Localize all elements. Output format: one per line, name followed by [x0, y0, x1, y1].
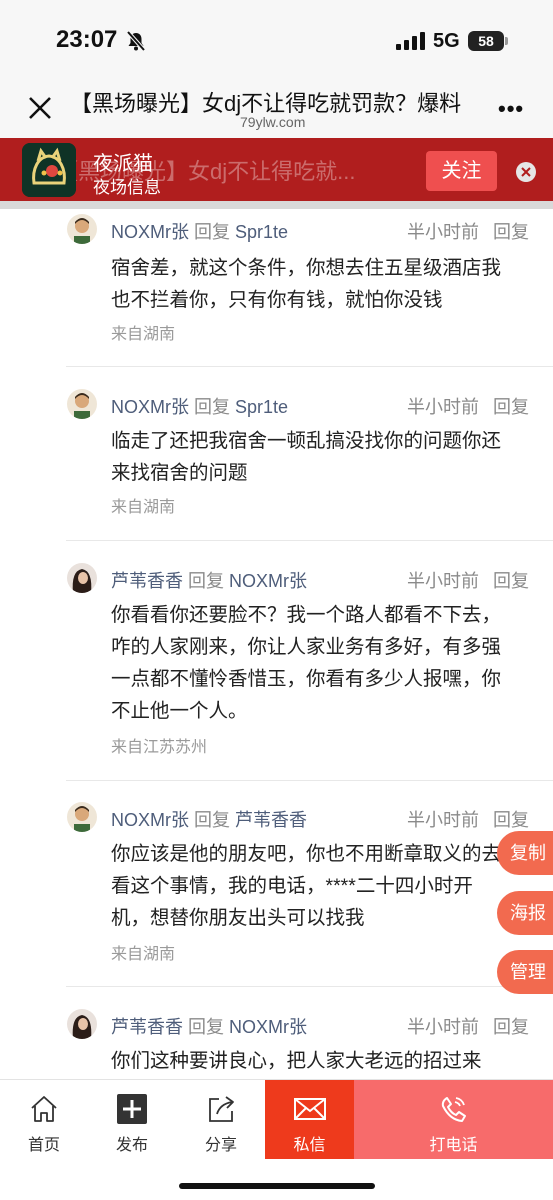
home-indicator	[179, 1183, 375, 1189]
signal-icon	[396, 32, 425, 50]
mail-icon	[294, 1098, 326, 1120]
reply-word: 回复	[188, 1017, 225, 1037]
comment-user[interactable]: NOXMr张	[111, 397, 189, 417]
tab-message[interactable]: 私信	[265, 1080, 354, 1159]
reply-word: 回复	[188, 571, 225, 591]
poster-button[interactable]: 海报	[497, 891, 553, 935]
comment-text: 你应该是他的朋友吧，你也不用断章取义的去 看这个事情，我的电话，****二十四小…	[111, 838, 531, 934]
avatar[interactable]	[67, 1009, 97, 1039]
comment-time: 半小时前	[407, 397, 479, 417]
call-button-label: 打电话	[429, 1137, 478, 1154]
copy-button[interactable]: 复制	[497, 831, 553, 875]
banner-close-icon[interactable]	[515, 161, 537, 183]
comment-line: 看这个事情，我的电话，****二十四小时开	[111, 875, 473, 897]
share-icon	[209, 1096, 234, 1122]
comment-text: 你看看你还要脸不？我一个路人都看不下去， 咋的人家刚来，你让人家业务有多好，有多…	[111, 599, 531, 727]
tab-home[interactable]: 首页	[0, 1080, 88, 1159]
comment-line: 不止他一个人。	[111, 700, 248, 722]
comment-user[interactable]: NOXMr张	[111, 222, 189, 242]
follow-button[interactable]: 关注	[426, 151, 497, 191]
close-icon[interactable]	[26, 94, 54, 122]
title-bar: 【黑场曝光】女dj不让得吃就罚款？爆料 79ylw.com •••	[0, 80, 553, 138]
divider	[66, 986, 553, 987]
battery-indicator: 58	[468, 31, 504, 51]
comment-location: 来自湖南	[111, 946, 176, 963]
comment-time: 半小时前	[407, 571, 479, 591]
divider	[66, 780, 553, 781]
comment-user[interactable]: 芦苇香香	[111, 571, 183, 591]
reply-word: 回复	[194, 397, 231, 417]
tab-message-label: 私信	[293, 1137, 326, 1154]
reply-word: 回复	[194, 222, 231, 242]
status-time: 23:07	[56, 26, 118, 53]
reply-button[interactable]: 回复	[493, 218, 529, 244]
comment-time: 半小时前	[407, 1017, 479, 1037]
comment-line: 你看看你还要脸不？我一个路人都看不下去，	[111, 604, 502, 626]
comment-line: 机，想替你朋友出头可以找我	[111, 907, 365, 929]
add-icon	[117, 1094, 147, 1124]
app-logo	[22, 143, 76, 197]
reply-button[interactable]: 回复	[493, 393, 529, 419]
battery-tip	[505, 37, 508, 45]
tab-post-label: 发布	[115, 1137, 148, 1154]
manage-button[interactable]: 管理	[497, 950, 553, 994]
bell-muted-icon	[126, 30, 146, 52]
avatar[interactable]	[67, 214, 97, 244]
bottom-nav: 首页 发布 分享 私信 打电话	[0, 1079, 553, 1200]
comment-time: 半小时前	[407, 222, 479, 242]
reply-to-user[interactable]: 芦苇香香	[235, 810, 307, 830]
reply-to-user[interactable]: Spr1te	[235, 222, 288, 242]
app-subtitle: 夜场信息	[93, 178, 161, 197]
banner-shadow	[0, 201, 553, 209]
more-icon[interactable]: •••	[498, 96, 524, 122]
tab-post[interactable]: 发布	[88, 1080, 176, 1159]
comment-text: 你们这种要讲良心，把人家大老远的招过来	[111, 1045, 531, 1077]
divider	[66, 540, 553, 541]
divider	[66, 366, 553, 367]
comment-user[interactable]: NOXMr张	[111, 810, 189, 830]
comment-line: 也不拦着你，只有你有钱，就怕你没钱	[111, 289, 443, 311]
comment-text: 临走了还把我宿舍一顿乱搞没找你的问题你还 来找宿舍的问题	[111, 425, 531, 489]
comment-line: 宿舍差，就这个条件，你想去住五星级酒店我	[111, 257, 502, 279]
reply-button[interactable]: 回复	[493, 806, 529, 832]
app-name: 夜派猫	[93, 153, 153, 175]
tab-share-label: 分享	[204, 1137, 237, 1154]
app-banner[interactable]: 【黑场曝光】女dj不让得吃就... 夜派猫 夜场信息 关注	[0, 138, 553, 201]
call-button[interactable]: 打电话	[354, 1080, 553, 1159]
comment-time: 半小时前	[407, 810, 479, 830]
network-label: 5G	[433, 30, 460, 52]
reply-to-user[interactable]: NOXMr张	[229, 571, 307, 591]
tab-share[interactable]: 分享	[177, 1080, 265, 1159]
status-bar: 23:07 5G 58	[0, 0, 553, 80]
comment-line: 一点都不懂怜香惜玉，你看有多少人报嘿，你	[111, 668, 502, 690]
comment-user[interactable]: 芦苇香香	[111, 1017, 183, 1037]
home-icon	[31, 1096, 57, 1122]
avatar[interactable]	[67, 563, 97, 593]
comment-location: 来自湖南	[111, 499, 176, 516]
reply-word: 回复	[194, 810, 231, 830]
avatar[interactable]	[67, 802, 97, 832]
page-domain: 79ylw.com	[240, 114, 306, 130]
reply-button[interactable]: 回复	[493, 567, 529, 593]
phone-icon	[441, 1097, 466, 1122]
comment-location: 来自湖南	[111, 326, 176, 343]
comment-text: 宿舍差，就这个条件，你想去住五星级酒店我 也不拦着你，只有你有钱，就怕你没钱	[111, 252, 531, 316]
tab-home-label: 首页	[27, 1137, 60, 1154]
comment-location: 来自江苏苏州	[111, 739, 208, 756]
reply-to-user[interactable]: NOXMr张	[229, 1017, 307, 1037]
comment-line: 临走了还把我宿舍一顿乱搞没找你的问题你还	[111, 430, 502, 452]
comment-line: 你应该是他的朋友吧，你也不用断章取义的去	[111, 843, 502, 865]
reply-to-user[interactable]: Spr1te	[235, 397, 288, 417]
avatar[interactable]	[67, 389, 97, 419]
comment-line: 咋的人家刚来，你让人家业务有多好，有多强	[111, 636, 502, 658]
comment-line: 来找宿舍的问题	[111, 462, 248, 484]
comment-line: 你们这种要讲良心，把人家大老远的招过来	[111, 1050, 482, 1072]
reply-button[interactable]: 回复	[493, 1013, 529, 1039]
